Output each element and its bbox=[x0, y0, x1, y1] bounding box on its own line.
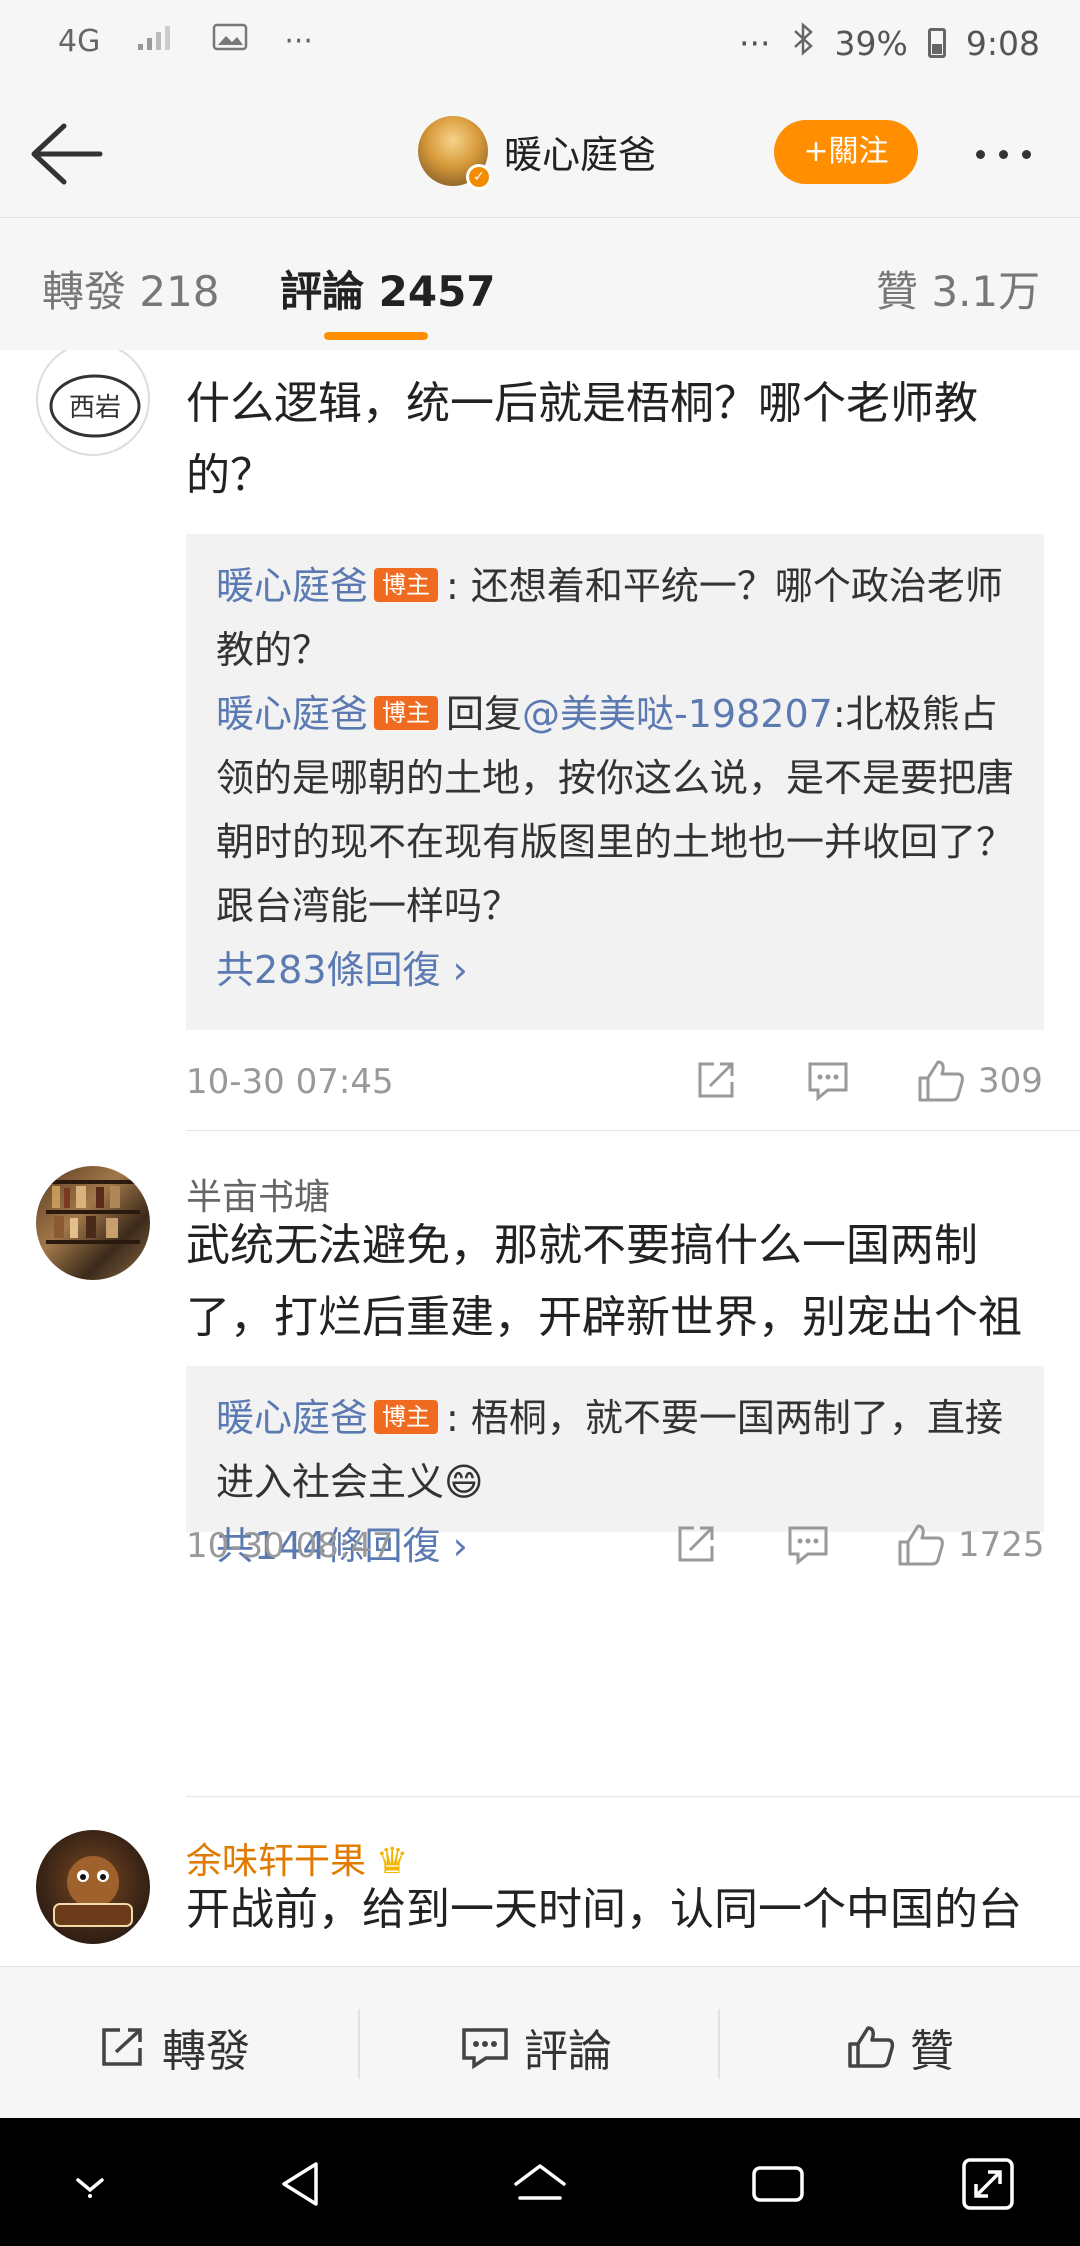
like-count: 309 bbox=[978, 1061, 1043, 1101]
comment-button[interactable]: 評論 bbox=[460, 2015, 612, 2079]
reply-button[interactable] bbox=[786, 1522, 830, 1566]
detail-tabs: 轉發 218 評論 2457 贊 3.1万 bbox=[0, 218, 1080, 350]
bookshelf-avatar-icon bbox=[46, 1180, 140, 1244]
like-label: 贊 bbox=[910, 2026, 954, 2077]
comment-meta: 10-30 08:47 1725 bbox=[186, 1516, 1046, 1576]
share-button[interactable] bbox=[674, 1522, 718, 1566]
comment-icon bbox=[788, 1526, 828, 1566]
home-nav-icon[interactable] bbox=[510, 2154, 570, 2214]
comment-time: 10-30 07:45 bbox=[186, 1062, 394, 1102]
svg-text:西岩: 西岩 bbox=[69, 393, 121, 423]
like-button[interactable]: 贊 bbox=[846, 2015, 954, 2079]
repost-label: 轉發 bbox=[162, 2026, 250, 2077]
dot-icon bbox=[1022, 149, 1031, 159]
profile-avatar[interactable]: ✓ bbox=[418, 116, 492, 190]
separator bbox=[718, 2009, 720, 2079]
reply-mention[interactable]: @美美哒-198207 bbox=[522, 692, 833, 736]
battery-percent: 39% bbox=[834, 23, 908, 63]
thumbs-up-icon bbox=[918, 1060, 964, 1102]
comment-text: 开战前，给到一天时间，认同一个中国的台 bbox=[186, 1884, 1022, 1935]
status-right: ··· 39% 9:08 bbox=[739, 22, 1040, 64]
comment-label: 評論 bbox=[524, 2026, 612, 2077]
share-icon bbox=[678, 1526, 714, 1562]
like-count: 1725 bbox=[958, 1525, 1045, 1565]
reply-item: 暖心庭爸 博主 回复@美美哒-198207:北极熊占领的是哪朝的土地，按你这么说，是… bbox=[216, 682, 1014, 938]
reply-author[interactable]: 暖心庭爸 bbox=[216, 564, 368, 608]
recents-nav-icon[interactable] bbox=[748, 2154, 808, 2214]
comment-icon bbox=[808, 1062, 848, 1102]
reply-author[interactable]: 暖心庭爸 bbox=[216, 1396, 368, 1440]
share-icon bbox=[698, 1062, 734, 1098]
system-nav-bar bbox=[0, 2118, 1080, 2246]
user-avatar[interactable]: 西岩 bbox=[36, 350, 150, 456]
thumbs-up-icon bbox=[848, 2026, 895, 2068]
network-icon: 4G bbox=[58, 23, 101, 59]
reply-button[interactable] bbox=[806, 1058, 850, 1102]
reply-item: 暖心庭爸 博主: 梧桐，就不要一国两制了，直接进入社会主义😄 bbox=[216, 1386, 1014, 1514]
tab-comments[interactable]: 評論 2457 bbox=[280, 258, 496, 319]
more-replies-link[interactable]: 共283條回復 › bbox=[216, 938, 1014, 1002]
battery-icon bbox=[927, 28, 946, 58]
dot-icon bbox=[999, 149, 1008, 159]
author-badge: 博主 bbox=[374, 568, 439, 602]
reply-author[interactable]: 暖心庭爸 bbox=[216, 692, 368, 736]
comment-time: 10-30 08:47 bbox=[186, 1526, 394, 1566]
reply-item: 暖心庭爸 博主: 还想着和平统一？哪个政治老师教的？ bbox=[216, 554, 1014, 682]
like-button[interactable]: 309 bbox=[916, 1058, 1043, 1104]
bottom-action-bar: 轉發 評論 贊 bbox=[0, 1966, 1080, 2118]
bluetooth-icon bbox=[791, 22, 815, 64]
comment-meta: 10-30 07:45 309 bbox=[186, 1052, 1046, 1112]
separator bbox=[358, 2009, 360, 2079]
reply-box[interactable]: 暖心庭爸 博主: 梧桐，就不要一国两制了，直接进入社会主义😄 共144條回復 › bbox=[186, 1366, 1044, 1568]
status-left: 4G ··· bbox=[58, 22, 313, 60]
user-avatar[interactable] bbox=[36, 1830, 150, 1944]
repost-icon bbox=[102, 2028, 142, 2066]
back-nav-icon[interactable] bbox=[272, 2154, 332, 2214]
chevron-down-icon[interactable] bbox=[60, 2154, 120, 2214]
comment-text: 什么逻辑，统一后就是梧桐？哪个老师教的？ bbox=[186, 378, 978, 501]
more-notifications-icon: ··· bbox=[284, 23, 313, 59]
follow-button[interactable]: +關注 bbox=[774, 120, 918, 184]
profile-header[interactable]: ✓ 暖心庭爸 bbox=[418, 116, 657, 190]
expand-nav-icon[interactable] bbox=[958, 2154, 1018, 2214]
back-arrow-icon bbox=[31, 123, 103, 185]
reply-prefix: 回复 bbox=[446, 692, 523, 736]
share-button[interactable] bbox=[694, 1058, 738, 1102]
author-badge: 博主 bbox=[374, 1400, 439, 1434]
status-bar: 4G ··· ··· 39% 9:08 bbox=[0, 0, 1080, 90]
back-button[interactable] bbox=[26, 116, 106, 192]
dot-icon bbox=[976, 149, 985, 159]
chevron-right-icon: › bbox=[452, 948, 468, 992]
thumbs-up-icon bbox=[898, 1524, 944, 1566]
doodle-avatar-icon: 西岩 bbox=[49, 374, 141, 438]
reply-box[interactable]: 暖心庭爸 博主: 还想着和平统一？哪个政治老师教的？ 暖心庭爸 博主 回复@美美哒-1… bbox=[186, 534, 1044, 1030]
comment-icon bbox=[462, 2028, 508, 2070]
clock: 9:08 bbox=[965, 23, 1040, 63]
signal-icon bbox=[136, 22, 176, 60]
more-replies-label: 共283條回復 bbox=[216, 948, 441, 992]
more-status-icon: ··· bbox=[739, 23, 771, 63]
chipmunk-avatar-icon bbox=[53, 1856, 133, 1927]
verified-icon: ✓ bbox=[466, 164, 492, 190]
repost-button[interactable]: 轉發 bbox=[98, 2015, 250, 2079]
title-bar: ✓ 暖心庭爸 +關注 bbox=[0, 90, 1080, 218]
author-badge: 博主 bbox=[374, 696, 439, 730]
active-tab-indicator bbox=[324, 332, 428, 340]
image-icon bbox=[212, 22, 248, 60]
like-button[interactable]: 1725 bbox=[896, 1522, 1045, 1568]
tab-likes[interactable]: 贊 3.1万 bbox=[876, 258, 1040, 319]
comment-list[interactable]: 西岩 什么逻辑，统一后就是梧桐？哪个老师教的？ 暖心庭爸 博主: 还想着和平统一？… bbox=[0, 350, 1080, 1966]
more-options-button[interactable] bbox=[976, 134, 1056, 174]
tab-repost[interactable]: 轉發 218 bbox=[42, 258, 220, 319]
user-avatar[interactable] bbox=[36, 1166, 150, 1280]
profile-name: 暖心庭爸 bbox=[504, 132, 657, 177]
comment-divider bbox=[186, 1796, 1080, 1797]
comment-divider bbox=[186, 1130, 1080, 1131]
